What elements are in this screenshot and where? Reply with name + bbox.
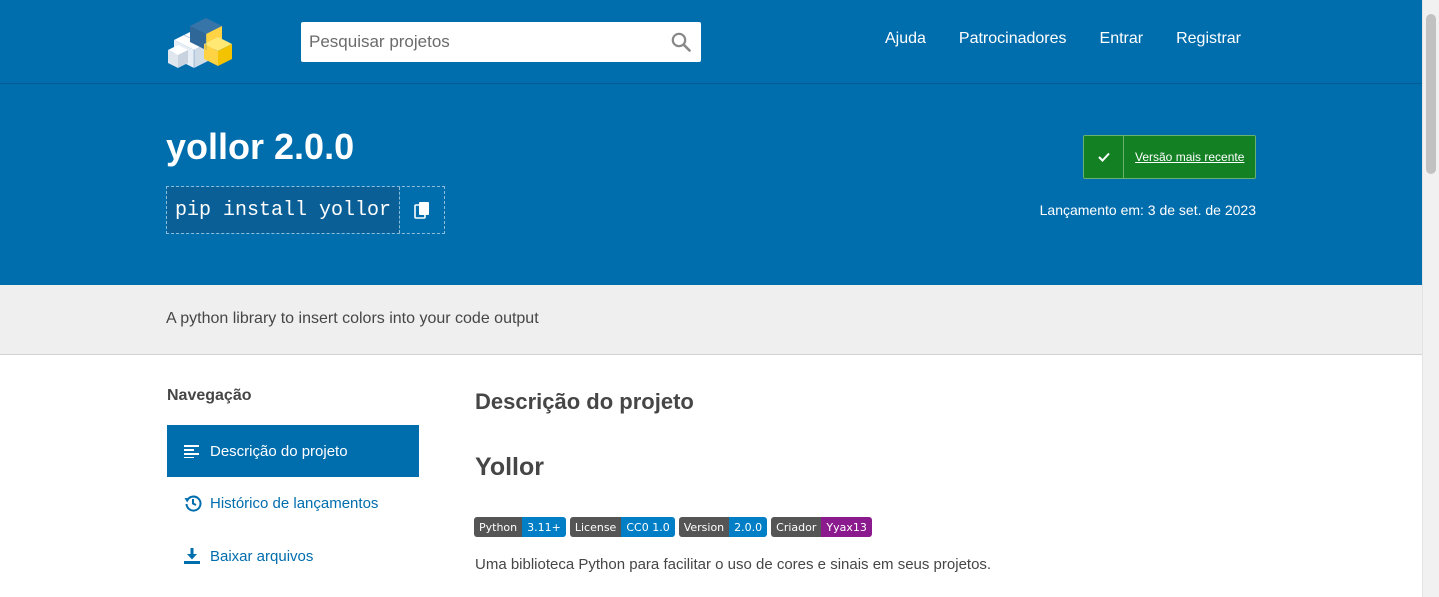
sidebar-item-label: Descrição do projeto — [210, 442, 348, 460]
project-description-text: Uma biblioteca Python para facilitar o u… — [475, 556, 992, 573]
pypi-logo[interactable] — [164, 10, 234, 72]
sidebar-item-label: Baixar arquivos — [210, 547, 314, 565]
pip-command-box: pip install yollor — [166, 186, 446, 234]
package-summary-bar: A python library to insert colors into y… — [0, 285, 1422, 355]
creator-badge: Criador Yyax13 — [771, 517, 872, 537]
history-icon — [184, 494, 202, 512]
package-title: yollor 2.0.0 — [166, 126, 355, 167]
project-description-heading: Descrição do projeto — [475, 389, 694, 414]
sidebar-item-label: Histórico de lançamentos — [210, 494, 379, 512]
top-navbar: Ajuda Patrocinadores Entrar Registrar — [0, 0, 1422, 84]
scrollbar-thumb[interactable] — [1426, 14, 1436, 174]
pip-command: pip install yollor — [167, 187, 400, 233]
license-badge: License CC0 1.0 — [569, 517, 675, 537]
check-icon — [1084, 136, 1124, 178]
sidebar-item-release-history[interactable]: Histórico de lançamentos — [167, 477, 419, 529]
latest-version-link[interactable]: Versão mais recente — [1124, 150, 1244, 164]
badge-row: Python 3.11+ License CC0 1.0 Version 2.0… — [474, 517, 872, 537]
release-date: Lançamento em: 3 de set. de 2023 — [1039, 202, 1256, 218]
version-badge: Version 2.0.0 — [678, 517, 768, 537]
copy-icon[interactable] — [399, 187, 444, 233]
download-icon — [184, 547, 202, 565]
align-left-icon — [184, 442, 202, 460]
readme-heading: Yollor — [475, 453, 544, 481]
vertical-scrollbar[interactable] — [1422, 0, 1439, 597]
latest-version-badge[interactable]: Versão mais recente — [1083, 135, 1256, 179]
header-nav: Ajuda Patrocinadores Entrar Registrar — [885, 30, 1241, 48]
nav-link-sponsors[interactable]: Patrocinadores — [959, 30, 1067, 48]
package-banner: yollor 2.0.0 pip install yollor Versão m… — [0, 84, 1422, 285]
search-input[interactable] — [301, 22, 661, 62]
search-icon[interactable] — [667, 28, 695, 56]
search-box — [301, 22, 701, 62]
nav-link-help[interactable]: Ajuda — [885, 30, 926, 48]
sidebar-item-description[interactable]: Descrição do projeto — [167, 425, 419, 477]
sidebar-heading: Navegação — [167, 387, 252, 404]
package-summary: A python library to insert colors into y… — [166, 310, 539, 327]
sidebar-item-download-files[interactable]: Baixar arquivos — [167, 530, 419, 582]
python-version-badge: Python 3.11+ — [474, 517, 566, 537]
nav-link-register[interactable]: Registrar — [1176, 30, 1241, 48]
nav-link-login[interactable]: Entrar — [1100, 30, 1144, 48]
